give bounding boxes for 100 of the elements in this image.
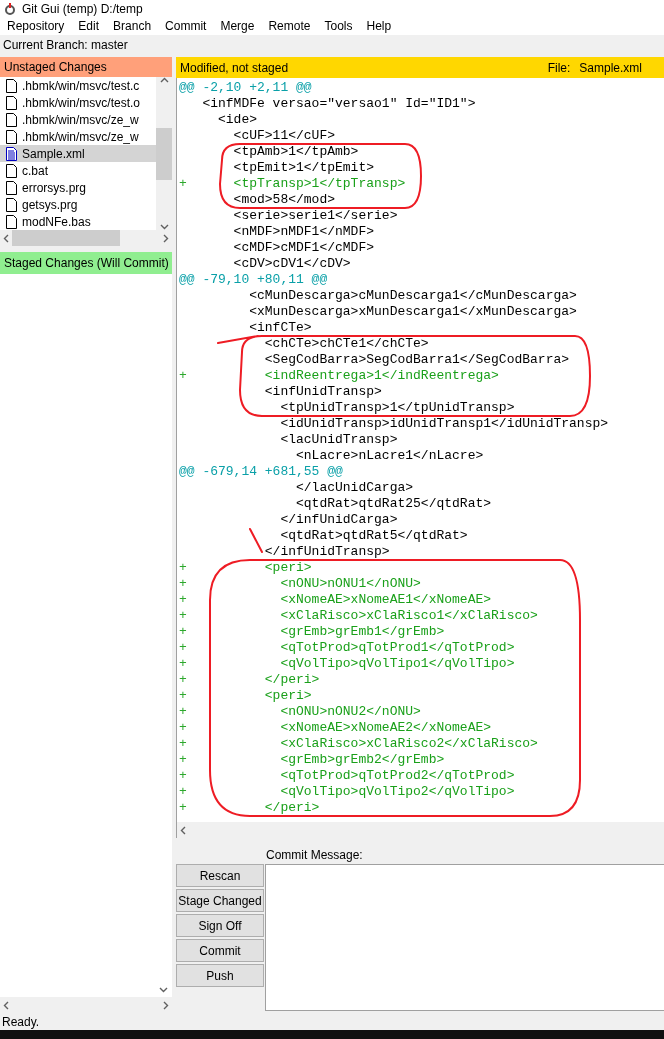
file-list-item[interactable]: getsys.prg bbox=[0, 196, 156, 213]
action-button[interactable]: Sign Off bbox=[176, 914, 264, 937]
context-line: <serie>serie1</serie> bbox=[232, 208, 398, 224]
scroll-left-icon[interactable] bbox=[180, 825, 186, 835]
added-line-marker: + bbox=[179, 752, 187, 767]
file-list-item[interactable]: .hbmk/win/msvc/test.o bbox=[0, 94, 156, 111]
hunk-header: @@ -79,10 +80,11 @@ bbox=[179, 272, 328, 288]
context-line: <SegCodBarra>SegCodBarra1</SegCodBarra> bbox=[263, 352, 570, 368]
scroll-up-icon[interactable] bbox=[159, 77, 169, 83]
added-line: <xNomeAE>xNomeAE1</xNomeAE> bbox=[279, 592, 492, 608]
file-name: .hbmk/win/msvc/ze_w bbox=[22, 129, 139, 144]
added-line-marker: + bbox=[179, 576, 187, 591]
menu-item[interactable]: Tools bbox=[317, 17, 360, 35]
commit-message-label: Commit Message: bbox=[266, 848, 363, 862]
file-list-item[interactable]: .hbmk/win/msvc/test.c bbox=[0, 77, 156, 94]
added-line: <xNomeAE>xNomeAE2</xNomeAE> bbox=[279, 720, 492, 736]
scroll-right-icon[interactable] bbox=[163, 233, 169, 243]
context-line: <nLacre>nLacre1</nLacre> bbox=[295, 448, 484, 464]
added-line: </peri> bbox=[263, 672, 320, 688]
added-line: <qTotProd>qTotProd2</qTotProd> bbox=[279, 768, 515, 784]
added-line-marker: + bbox=[179, 800, 187, 815]
added-line: <xClaRisco>xClaRisco1</xClaRisco> bbox=[279, 608, 538, 624]
file-list-item[interactable]: Sample.xml bbox=[0, 145, 156, 162]
file-icon bbox=[6, 163, 17, 178]
added-line-marker: + bbox=[179, 736, 187, 751]
context-line: <cMunDescarga>cMunDescarga1</cMunDescarga> bbox=[248, 288, 577, 304]
context-line: <tpAmb>1</tpAmb> bbox=[232, 144, 359, 160]
action-button[interactable]: Rescan bbox=[176, 864, 264, 887]
added-line: <grEmb>grEmb2</grEmb> bbox=[279, 752, 445, 768]
added-line: </peri> bbox=[263, 800, 320, 816]
context-line: <cMDF>cMDF1</cMDF> bbox=[232, 240, 375, 256]
scroll-right-icon[interactable] bbox=[163, 1000, 169, 1010]
scrollbar-thumb[interactable] bbox=[156, 127, 172, 180]
context-line: <lacUnidTransp> bbox=[279, 432, 398, 448]
added-line: <xClaRisco>xClaRisco2</xClaRisco> bbox=[279, 736, 538, 752]
file-name: c.bat bbox=[22, 163, 48, 178]
context-line: <cUF>11</cUF> bbox=[232, 128, 336, 144]
added-line-marker: + bbox=[179, 640, 187, 655]
file-icon bbox=[6, 112, 17, 127]
added-line: <nONU>nONU1</nONU> bbox=[279, 576, 421, 592]
file-list-item[interactable]: .hbmk/win/msvc/ze_w bbox=[0, 111, 156, 128]
menu-item[interactable]: Help bbox=[359, 17, 399, 35]
context-line: <tpUnidTransp>1</tpUnidTransp> bbox=[279, 400, 515, 416]
menu-item[interactable]: Branch bbox=[106, 17, 159, 35]
added-line: <nONU>nONU2</nONU> bbox=[279, 704, 421, 720]
menu-item[interactable]: Edit bbox=[71, 17, 107, 35]
context-line: <qtdRat>qtdRat25</qtdRat> bbox=[295, 496, 492, 512]
menu-item[interactable]: Repository bbox=[0, 17, 72, 35]
added-line: <tpTransp>1</tpTransp> bbox=[232, 176, 406, 192]
unstaged-changes-header: Unstaged Changes bbox=[0, 57, 172, 77]
diff-status: Modified, not staged bbox=[180, 60, 289, 75]
context-line: </lacUnidCarga> bbox=[295, 480, 414, 496]
added-line-marker: + bbox=[179, 672, 187, 687]
added-line: <peri> bbox=[263, 688, 312, 704]
added-line-marker: + bbox=[179, 368, 187, 383]
file-list-item[interactable]: errorsys.prg bbox=[0, 179, 156, 196]
context-line: <idUnidTransp>idUnidTransp1</idUnidTransp> bbox=[279, 416, 609, 432]
status-text: Ready. bbox=[2, 1014, 40, 1029]
added-line: <qTotProd>qTotProd1</qTotProd> bbox=[279, 640, 515, 656]
menu-item[interactable]: Remote bbox=[261, 17, 318, 35]
staged-changes-header: Staged Changes (Will Commit) bbox=[0, 252, 172, 274]
added-line-marker: + bbox=[179, 624, 187, 639]
file-list-item[interactable]: .hbmk/win/msvc/ze_w bbox=[0, 128, 156, 145]
menu-item[interactable]: Commit bbox=[158, 17, 214, 35]
context-line: <infUnidTransp> bbox=[263, 384, 382, 400]
added-line-marker: + bbox=[179, 720, 187, 735]
file-name: Sample.xml bbox=[22, 146, 85, 161]
added-line: <qVolTipo>qVolTipo2</qVolTipo> bbox=[279, 784, 515, 800]
file-list-item[interactable]: modNFe.bas bbox=[0, 213, 156, 230]
app-logo-icon bbox=[4, 2, 16, 15]
file-label: File: bbox=[547, 60, 571, 75]
menu-item[interactable]: Merge bbox=[213, 17, 262, 35]
action-button[interactable]: Stage Changed bbox=[176, 889, 264, 912]
added-line-marker: + bbox=[179, 176, 187, 191]
context-line: </infUnidTransp> bbox=[263, 544, 390, 560]
hunk-header: @@ -2,10 +2,11 @@ bbox=[179, 80, 312, 96]
scroll-down-icon[interactable] bbox=[159, 987, 168, 993]
added-line-marker: + bbox=[179, 768, 187, 783]
context-line: <xMunDescarga>xMunDescarga1</xMunDescarga> bbox=[248, 304, 577, 320]
hunk-header: @@ -679,14 +681,55 @@ bbox=[179, 464, 343, 480]
context-line: <infCTe> bbox=[248, 320, 312, 336]
scrollbar-thumb[interactable] bbox=[12, 230, 120, 246]
window-title: Git Gui (temp) D:/temp bbox=[22, 1, 143, 16]
context-line: <chCTe>chCTe1</chCTe> bbox=[263, 336, 429, 352]
context-line: <mod>58</mod> bbox=[232, 192, 336, 208]
scroll-left-icon[interactable] bbox=[3, 1000, 9, 1010]
file-icon bbox=[6, 180, 17, 195]
added-line-marker: + bbox=[179, 608, 187, 623]
file-name: .hbmk/win/msvc/test.o bbox=[22, 95, 141, 110]
context-line: <infMDFe versao="versao1" Id="ID1"> bbox=[201, 96, 476, 112]
context-line: <cDV>cDV1</cDV> bbox=[232, 256, 351, 272]
action-button[interactable]: Push bbox=[176, 964, 264, 987]
commit-message-field[interactable] bbox=[265, 864, 664, 1011]
added-line-marker: + bbox=[179, 704, 187, 719]
text-file-icon bbox=[6, 146, 17, 161]
scroll-left-icon[interactable] bbox=[3, 233, 9, 243]
action-button[interactable]: Commit bbox=[176, 939, 264, 962]
file-list-item[interactable]: c.bat bbox=[0, 162, 156, 179]
scroll-down-icon[interactable] bbox=[159, 224, 169, 230]
added-line-marker: + bbox=[179, 560, 187, 575]
